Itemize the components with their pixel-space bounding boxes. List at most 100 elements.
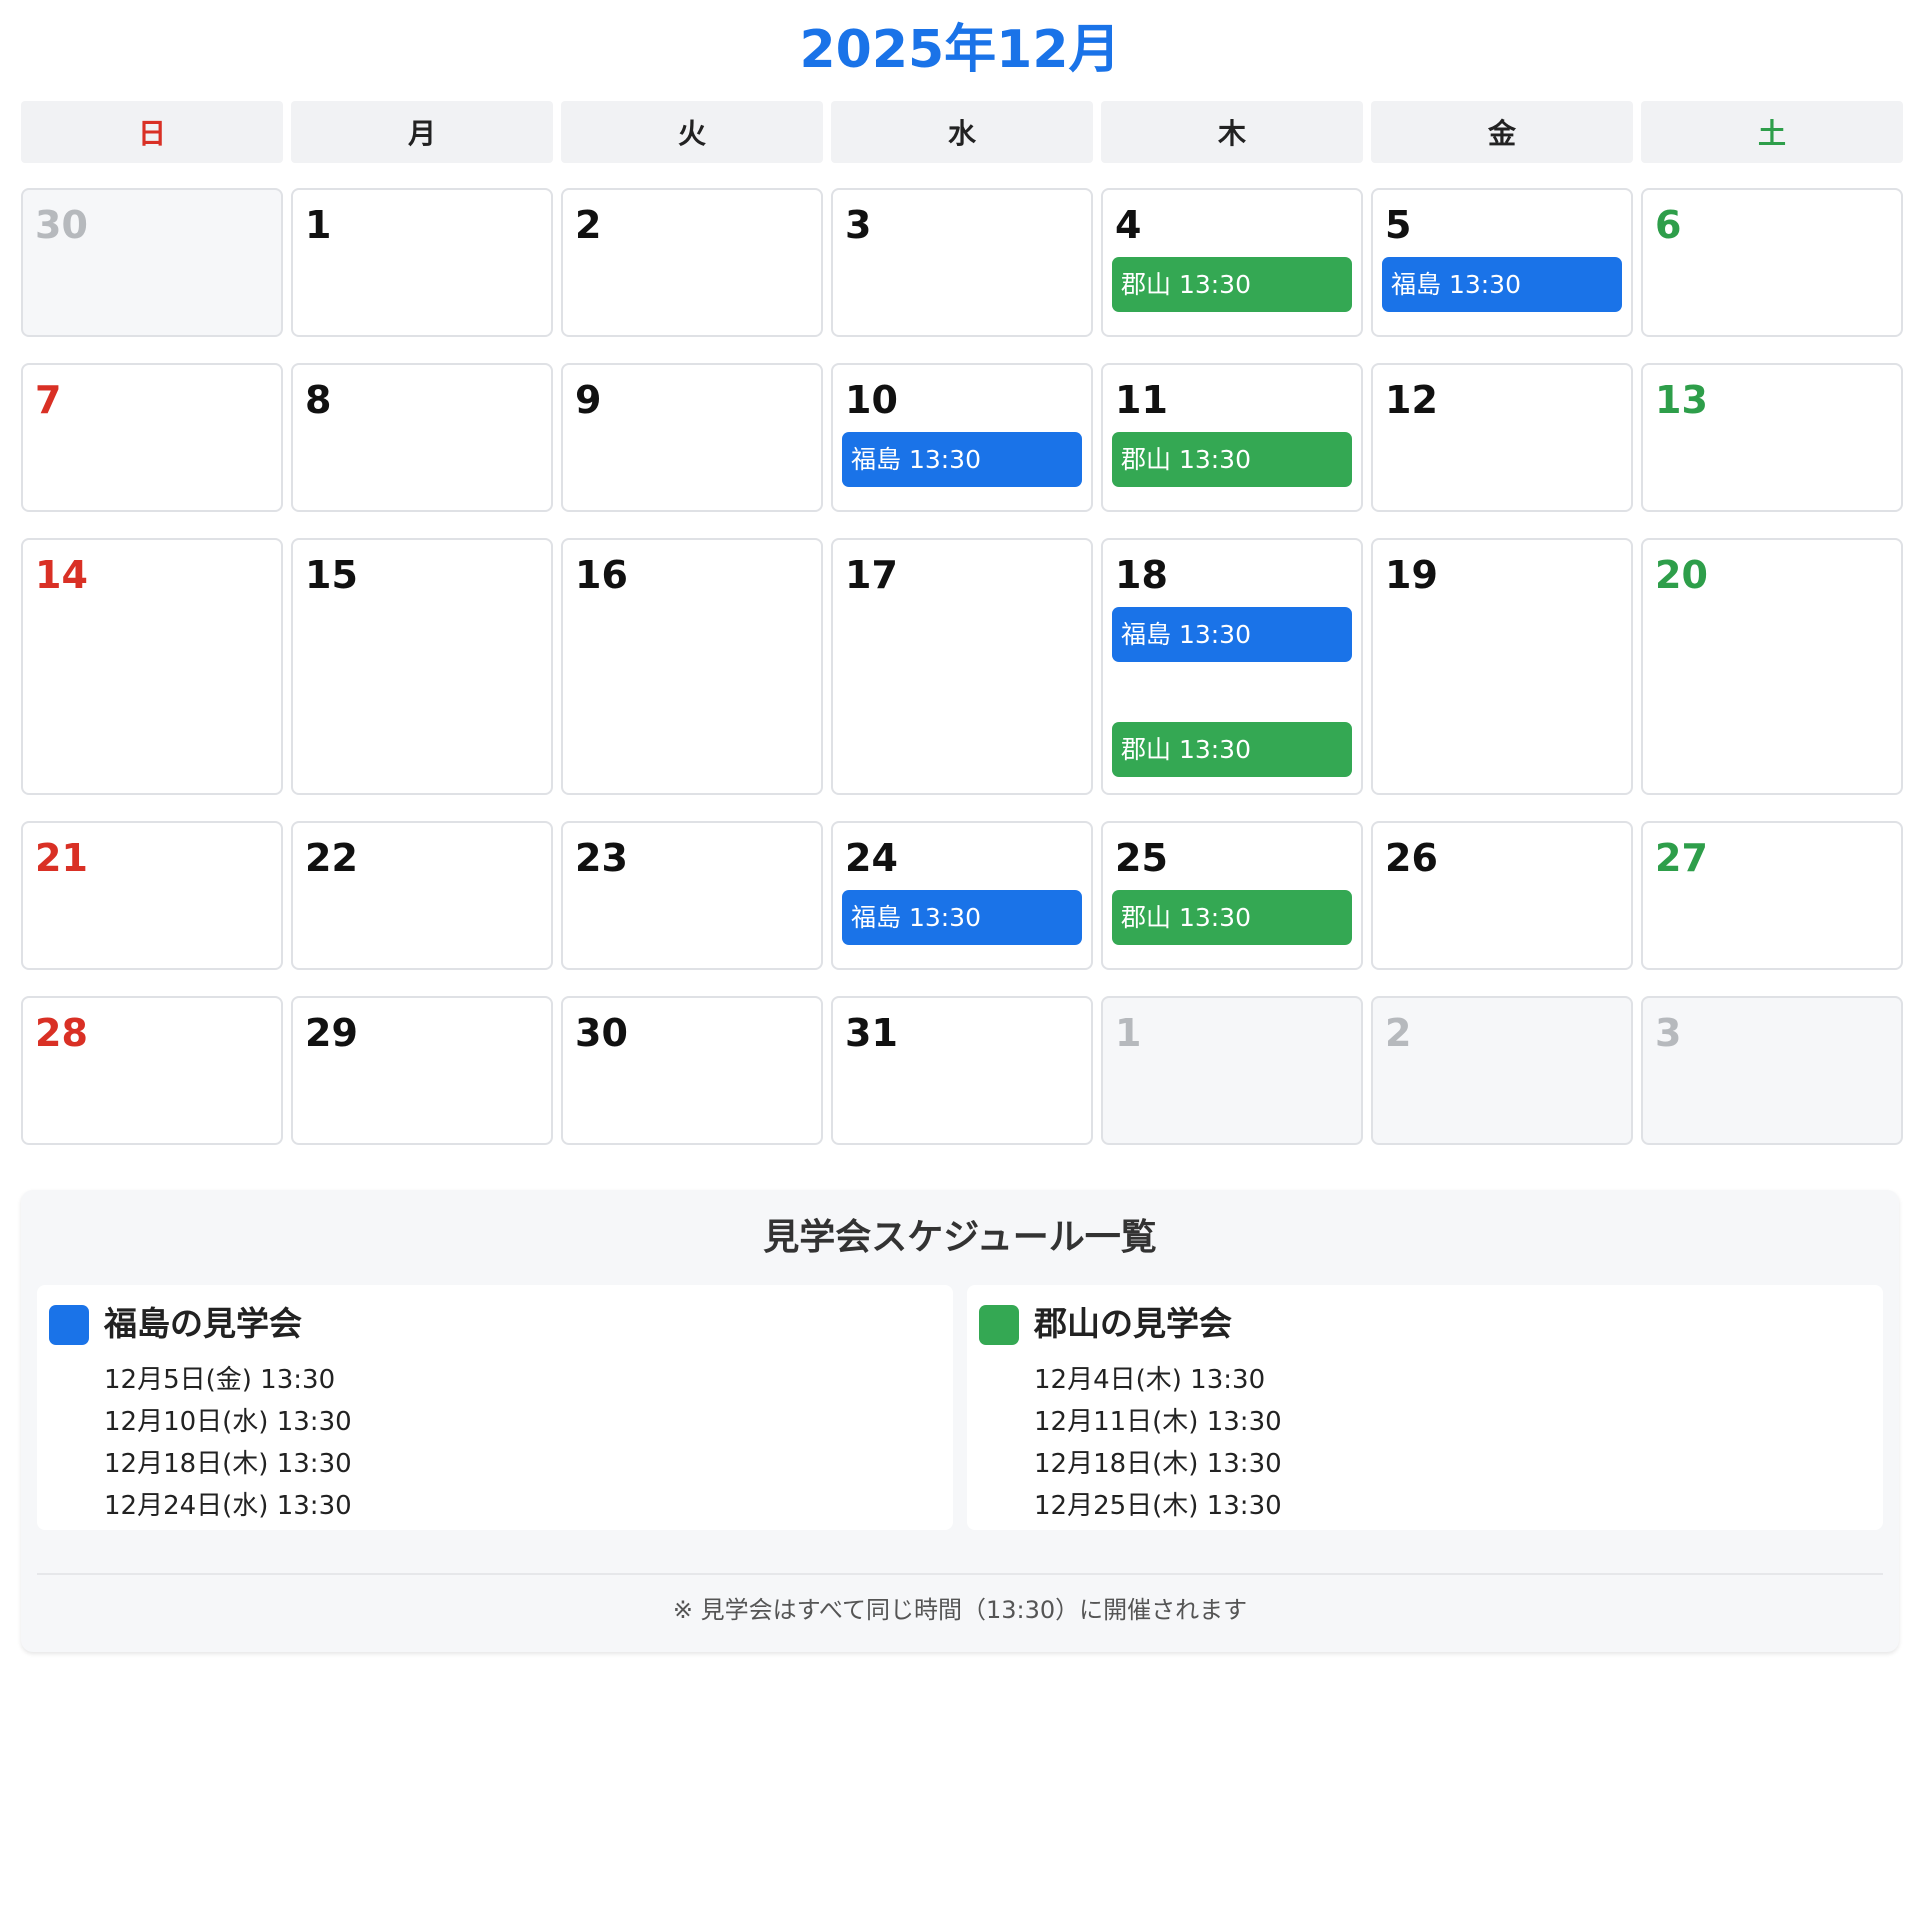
event-koriyama[interactable]: 郡山 13:30 [1112,722,1352,777]
summary-divider [37,1573,1883,1575]
calendar-day-other-month[interactable]: 3 [1641,996,1903,1145]
schedule-date: 12月4日(木) 13:30 [1034,1365,1266,1395]
day-number: 26 [1385,836,1438,880]
calendar-day[interactable]: 2 [561,188,823,337]
day-number: 14 [35,553,88,597]
weekday-saturday: 土 [1641,101,1903,163]
calendar-grid: 30 1 2 3 4 郡山 13:30 5 福島 13:30 6 7 8 9 10 福島 13:30 11 郡… [21,188,1903,1145]
day-number: 1 [305,203,332,247]
calendar-day[interactable]: 26 [1371,821,1633,970]
day-number: 6 [1655,203,1682,247]
schedule-date: 12月11日(木) 13:30 [1034,1407,1282,1437]
fukushima-color-swatch [49,1305,89,1345]
weekday-wednesday: 水 [831,101,1093,163]
calendar-day[interactable]: 16 [561,538,823,795]
day-number: 2 [1385,1011,1412,1055]
day-number: 1 [1115,1011,1142,1055]
calendar-day[interactable]: 28 [21,996,283,1145]
day-number: 15 [305,553,358,597]
schedule-date: 12月18日(木) 13:30 [104,1449,352,1479]
day-number: 11 [1115,378,1168,422]
event-koriyama[interactable]: 郡山 13:30 [1112,890,1352,945]
weekday-sunday: 日 [21,101,283,163]
day-number: 3 [845,203,872,247]
calendar-day-other-month[interactable]: 30 [21,188,283,337]
calendar-day[interactable]: 17 [831,538,1093,795]
calendar-day[interactable]: 19 [1371,538,1633,795]
calendar-day-other-month[interactable]: 2 [1371,996,1633,1145]
event-fukushima[interactable]: 福島 13:30 [1112,607,1352,662]
day-number: 22 [305,836,358,880]
day-number: 30 [35,203,88,247]
day-number: 29 [305,1011,358,1055]
calendar-day[interactable]: 30 [561,996,823,1145]
calendar-day[interactable]: 8 [291,363,553,512]
day-number: 24 [845,836,898,880]
calendar-day[interactable]: 22 [291,821,553,970]
calendar-day[interactable]: 13 [1641,363,1903,512]
calendar-day[interactable]: 14 [21,538,283,795]
calendar-day[interactable]: 4 郡山 13:30 [1101,188,1363,337]
day-number: 23 [575,836,628,880]
calendar-day[interactable]: 6 [1641,188,1903,337]
event-fukushima[interactable]: 福島 13:30 [842,432,1082,487]
event-koriyama[interactable]: 郡山 13:30 [1112,257,1352,312]
day-number: 25 [1115,836,1168,880]
day-number: 21 [35,836,88,880]
calendar-day[interactable]: 1 [291,188,553,337]
calendar-title: 2025年12月 [799,20,1121,80]
day-number: 9 [575,378,602,422]
calendar-day-other-month[interactable]: 1 [1101,996,1363,1145]
calendar-day[interactable]: 10 福島 13:30 [831,363,1093,512]
weekday-monday: 月 [291,101,553,163]
day-number: 4 [1115,203,1142,247]
schedule-date: 12月18日(木) 13:30 [1034,1449,1282,1479]
day-number: 13 [1655,378,1708,422]
day-number: 17 [845,553,898,597]
event-fukushima[interactable]: 福島 13:30 [842,890,1082,945]
calendar-day[interactable]: 11 郡山 13:30 [1101,363,1363,512]
calendar-day[interactable]: 3 [831,188,1093,337]
calendar-day[interactable]: 20 [1641,538,1903,795]
calendar-day[interactable]: 5 福島 13:30 [1371,188,1633,337]
location-date-list: 12月5日(金) 13:30 12月10日(水) 13:30 12月18日(木)… [104,1359,352,1527]
day-number: 7 [35,378,62,422]
calendar-day[interactable]: 24 福島 13:30 [831,821,1093,970]
event-koriyama[interactable]: 郡山 13:30 [1112,432,1352,487]
location-card-koriyama: 郡山の見学会 12月4日(木) 13:30 12月11日(木) 13:30 12… [967,1285,1883,1530]
day-number: 30 [575,1011,628,1055]
day-number: 19 [1385,553,1438,597]
day-number: 27 [1655,836,1708,880]
schedule-date: 12月24日(水) 13:30 [104,1491,352,1521]
schedule-date: 12月5日(金) 13:30 [104,1365,336,1395]
day-number: 28 [35,1011,88,1055]
weekday-thursday: 木 [1101,101,1363,163]
calendar-day[interactable]: 27 [1641,821,1903,970]
location-card-fukushima: 福島の見学会 12月5日(金) 13:30 12月10日(水) 13:30 12… [37,1285,953,1530]
calendar-day[interactable]: 18 福島 13:30 郡山 13:30 [1101,538,1363,795]
schedule-date: 12月10日(水) 13:30 [104,1407,352,1437]
calendar-day[interactable]: 9 [561,363,823,512]
day-number: 10 [845,378,898,422]
day-number: 5 [1385,203,1412,247]
calendar-day[interactable]: 29 [291,996,553,1145]
day-number: 12 [1385,378,1438,422]
calendar-day[interactable]: 12 [1371,363,1633,512]
event-fukushima[interactable]: 福島 13:30 [1382,257,1622,312]
calendar-day[interactable]: 23 [561,821,823,970]
koriyama-color-swatch [979,1305,1019,1345]
location-name: 郡山の見学会 [1034,1304,1232,1343]
summary-note: ※ 見学会はすべて同じ時間（13:30）に開催されます [672,1596,1248,1624]
calendar-day[interactable]: 15 [291,538,553,795]
day-number: 18 [1115,553,1168,597]
calendar-day[interactable]: 31 [831,996,1093,1145]
calendar-day[interactable]: 25 郡山 13:30 [1101,821,1363,970]
summary-title: 見学会スケジュール一覧 [763,1217,1157,1258]
location-name: 福島の見学会 [104,1304,302,1343]
calendar-day[interactable]: 7 [21,363,283,512]
calendar-day[interactable]: 21 [21,821,283,970]
schedule-date: 12月25日(木) 13:30 [1034,1491,1282,1521]
day-number: 2 [575,203,602,247]
weekday-header: 日 月 火 水 木 金 土 [21,101,1903,163]
day-number: 20 [1655,553,1708,597]
